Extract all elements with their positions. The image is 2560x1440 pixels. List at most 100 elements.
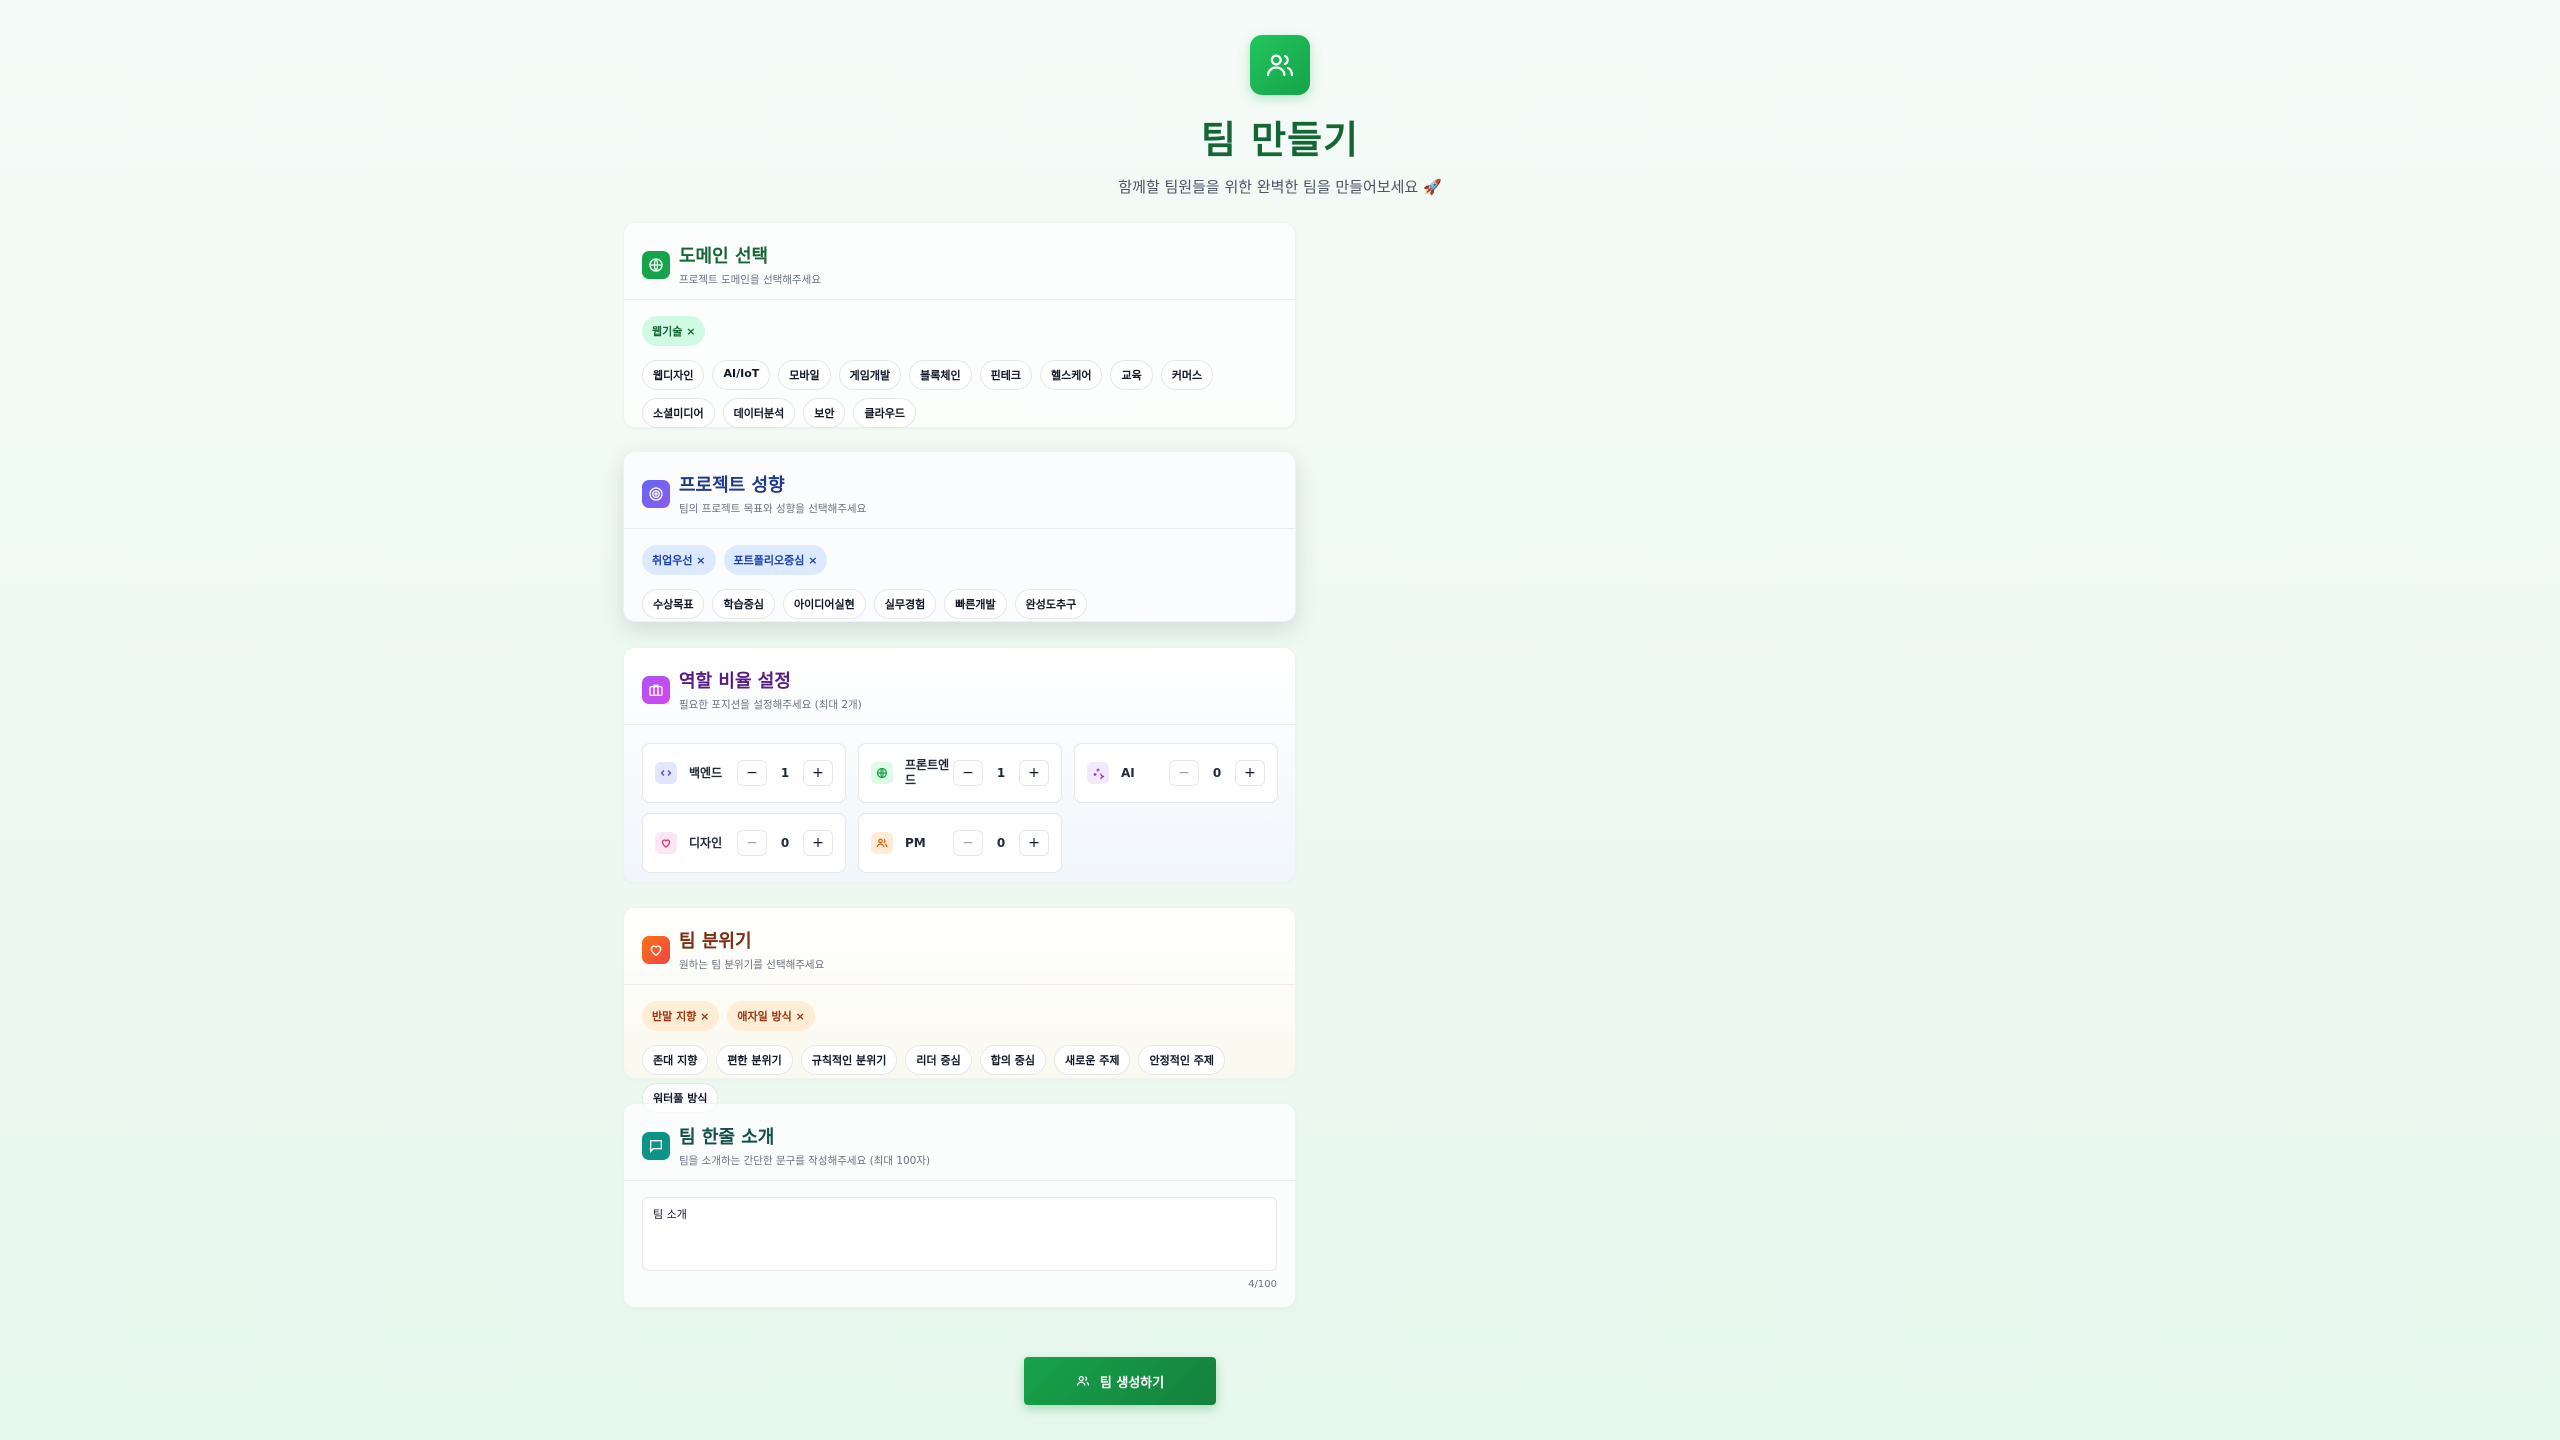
target-icon	[642, 479, 670, 508]
role-stepper: − 1 +	[737, 760, 833, 786]
domain-option[interactable]: 헬스케어	[1039, 360, 1103, 390]
domain-title: 도메인 선택	[679, 246, 769, 267]
code-icon	[655, 762, 677, 784]
roles-title: 역할 비율 설정	[679, 671, 791, 692]
role-count: 0	[996, 836, 1006, 850]
mood-option[interactable]: 존대 지향	[642, 1045, 709, 1075]
mood-title: 팀 분위기	[679, 931, 752, 952]
role-count: 0	[1212, 766, 1222, 780]
role-count: 0	[780, 836, 790, 850]
role-backend: 백엔드 − 1 +	[642, 743, 846, 803]
tendency-selected-chip[interactable]: 취업우선 ×	[642, 545, 716, 575]
mood-selected-chip[interactable]: 반말 지향 ×	[642, 1001, 720, 1031]
tendency-title: 프로젝트 성향	[679, 475, 785, 496]
domain-option[interactable]: 교육	[1110, 360, 1153, 390]
decrement-button[interactable]: −	[737, 830, 767, 856]
decrement-button[interactable]: −	[953, 830, 983, 856]
decrement-button[interactable]: −	[953, 760, 983, 786]
users-icon	[871, 832, 893, 854]
domain-option[interactable]: 모바일	[778, 360, 831, 390]
tendency-option[interactable]: 빠른개발	[944, 589, 1007, 619]
roles-grid: 백엔드 − 1 + 프론트엔드 − 1 + AI − 0 + 디자인 − 0 +…	[642, 743, 1278, 873]
domain-option[interactable]: 웹디자인	[642, 360, 705, 390]
decrement-button[interactable]: −	[737, 760, 767, 786]
role-label: 백엔드	[689, 765, 723, 780]
domain-selected-chip[interactable]: 웹기술 ×	[642, 316, 706, 346]
domain-option[interactable]: 보안	[803, 398, 846, 428]
tendency-option[interactable]: 완성도추구	[1014, 589, 1088, 619]
roles-card-header: 역할 비율 설정 필요한 포지션을 설정해주세요 (최대 2개)	[624, 648, 1295, 725]
team-logo-icon	[1250, 35, 1310, 95]
page-title: 팀 만들기	[1200, 118, 1360, 162]
domain-subtitle: 프로젝트 도메인을 선택해주세요	[679, 274, 821, 286]
tendency-option[interactable]: 수상목표	[642, 589, 705, 619]
tendency-option[interactable]: 실무경험	[873, 589, 937, 619]
mood-option[interactable]: 규칙적인 분위기	[800, 1045, 898, 1075]
domain-option[interactable]: 핀테크	[979, 360, 1032, 390]
users-icon	[1076, 1376, 1089, 1386]
mood-option[interactable]: 새로운 주제	[1054, 1045, 1131, 1075]
role-label: PM	[905, 835, 926, 850]
tendency-card-header: 프로젝트 성향 팀의 프로젝트 목표와 성향을 선택해주세요	[624, 452, 1295, 529]
roles-card: 역할 비율 설정 필요한 포지션을 설정해주세요 (최대 2개) 백엔드 − 1…	[623, 647, 1296, 883]
heart-icon	[642, 935, 670, 964]
domain-option[interactable]: AI/IoT	[712, 360, 771, 390]
domain-option[interactable]: 커머스	[1160, 360, 1214, 390]
mood-subtitle: 원하는 팀 분위기를 선택해주세요	[679, 959, 825, 971]
heart-icon	[655, 832, 677, 854]
intro-card-header: 팀 한줄 소개 팀을 소개하는 간단한 문구를 작성해주세요 (최대 100자)	[624, 1104, 1295, 1181]
create-team-button[interactable]: 팀 생성하기	[1024, 1357, 1216, 1405]
roles-subtitle: 필요한 포지션을 설정해주세요 (최대 2개)	[679, 699, 862, 711]
role-stepper: − 0 +	[1169, 760, 1265, 786]
role-label: AI	[1121, 765, 1135, 780]
increment-button[interactable]: +	[1019, 760, 1049, 786]
team-intro-textarea[interactable]: 팀 소개	[642, 1197, 1277, 1271]
domain-option[interactable]: 클라우드	[853, 398, 916, 428]
role-design: 디자인 − 0 +	[642, 813, 846, 873]
domain-option[interactable]: 블록체인	[909, 360, 972, 390]
intro-title: 팀 한줄 소개	[679, 1127, 775, 1148]
domain-option[interactable]: 게임개발	[838, 360, 902, 390]
increment-button[interactable]: +	[803, 760, 833, 786]
mood-option[interactable]: 리더 중심	[905, 1045, 972, 1075]
tendency-option[interactable]: 아이디어실현	[782, 589, 866, 619]
globe-icon	[642, 250, 670, 279]
briefcase-icon	[642, 675, 670, 704]
tendency-selected-chip[interactable]: 포트폴리오중심 ×	[723, 545, 828, 575]
domain-option[interactable]: 소셜미디어	[642, 398, 715, 428]
role-count: 1	[996, 766, 1006, 780]
role-frontend: 프론트엔드 − 1 +	[858, 743, 1062, 803]
role-pm: PM − 0 +	[858, 813, 1062, 873]
domain-selected-list: 웹기술 ×	[642, 316, 1277, 346]
message-icon	[642, 1131, 670, 1160]
sparkles-icon	[1087, 762, 1109, 784]
mood-option[interactable]: 안정적인 주제	[1138, 1045, 1226, 1075]
role-stepper: − 1 +	[953, 760, 1049, 786]
increment-button[interactable]: +	[1019, 830, 1049, 856]
tendency-selected-list: 취업우선 × 포트폴리오중심 ×	[642, 545, 1277, 575]
tendency-subtitle: 팀의 프로젝트 목표와 성향을 선택해주세요	[679, 503, 867, 515]
tendency-card: 프로젝트 성향 팀의 프로젝트 목표와 성향을 선택해주세요 취업우선 × 포트…	[623, 451, 1296, 622]
increment-button[interactable]: +	[1235, 760, 1265, 786]
mood-option[interactable]: 합의 중심	[979, 1045, 1047, 1075]
domain-card-header: 도메인 선택 프로젝트 도메인을 선택해주세요	[624, 223, 1295, 300]
role-label: 프론트엔드	[905, 758, 950, 787]
decrement-button[interactable]: −	[1169, 760, 1199, 786]
create-team-label: 팀 생성하기	[1099, 1375, 1165, 1391]
role-stepper: − 0 +	[953, 830, 1049, 856]
domain-options: 웹디자인 AI/IoT 모바일 게임개발 블록체인 핀테크 헬스케어 교육 커머…	[642, 360, 1277, 428]
domain-card: 도메인 선택 프로젝트 도메인을 선택해주세요 웹기술 × 웹디자인 AI/Io…	[623, 222, 1296, 428]
intro-subtitle: 팀을 소개하는 간단한 문구를 작성해주세요 (최대 100자)	[679, 1155, 931, 1167]
domain-option[interactable]: 데이터분석	[722, 398, 796, 428]
mood-option[interactable]: 편한 분위기	[716, 1045, 793, 1075]
mood-selected-list: 반말 지향 × 애자일 방식 ×	[642, 1001, 1277, 1031]
page-subtitle: 함께할 팀원들을 위한 완벽한 팀을 만들어보세요 🚀	[1118, 178, 1442, 196]
role-count: 1	[780, 766, 790, 780]
tendency-option[interactable]: 학습중심	[712, 589, 775, 619]
char-counter: 4/100	[1248, 1279, 1277, 1290]
mood-selected-chip[interactable]: 애자일 방식 ×	[727, 1001, 815, 1031]
role-ai: AI − 0 +	[1074, 743, 1278, 803]
increment-button[interactable]: +	[803, 830, 833, 856]
role-label: 디자인	[689, 835, 723, 850]
tendency-options: 수상목표 학습중심 아이디어실현 실무경험 빠른개발 완성도추구	[642, 589, 1277, 619]
